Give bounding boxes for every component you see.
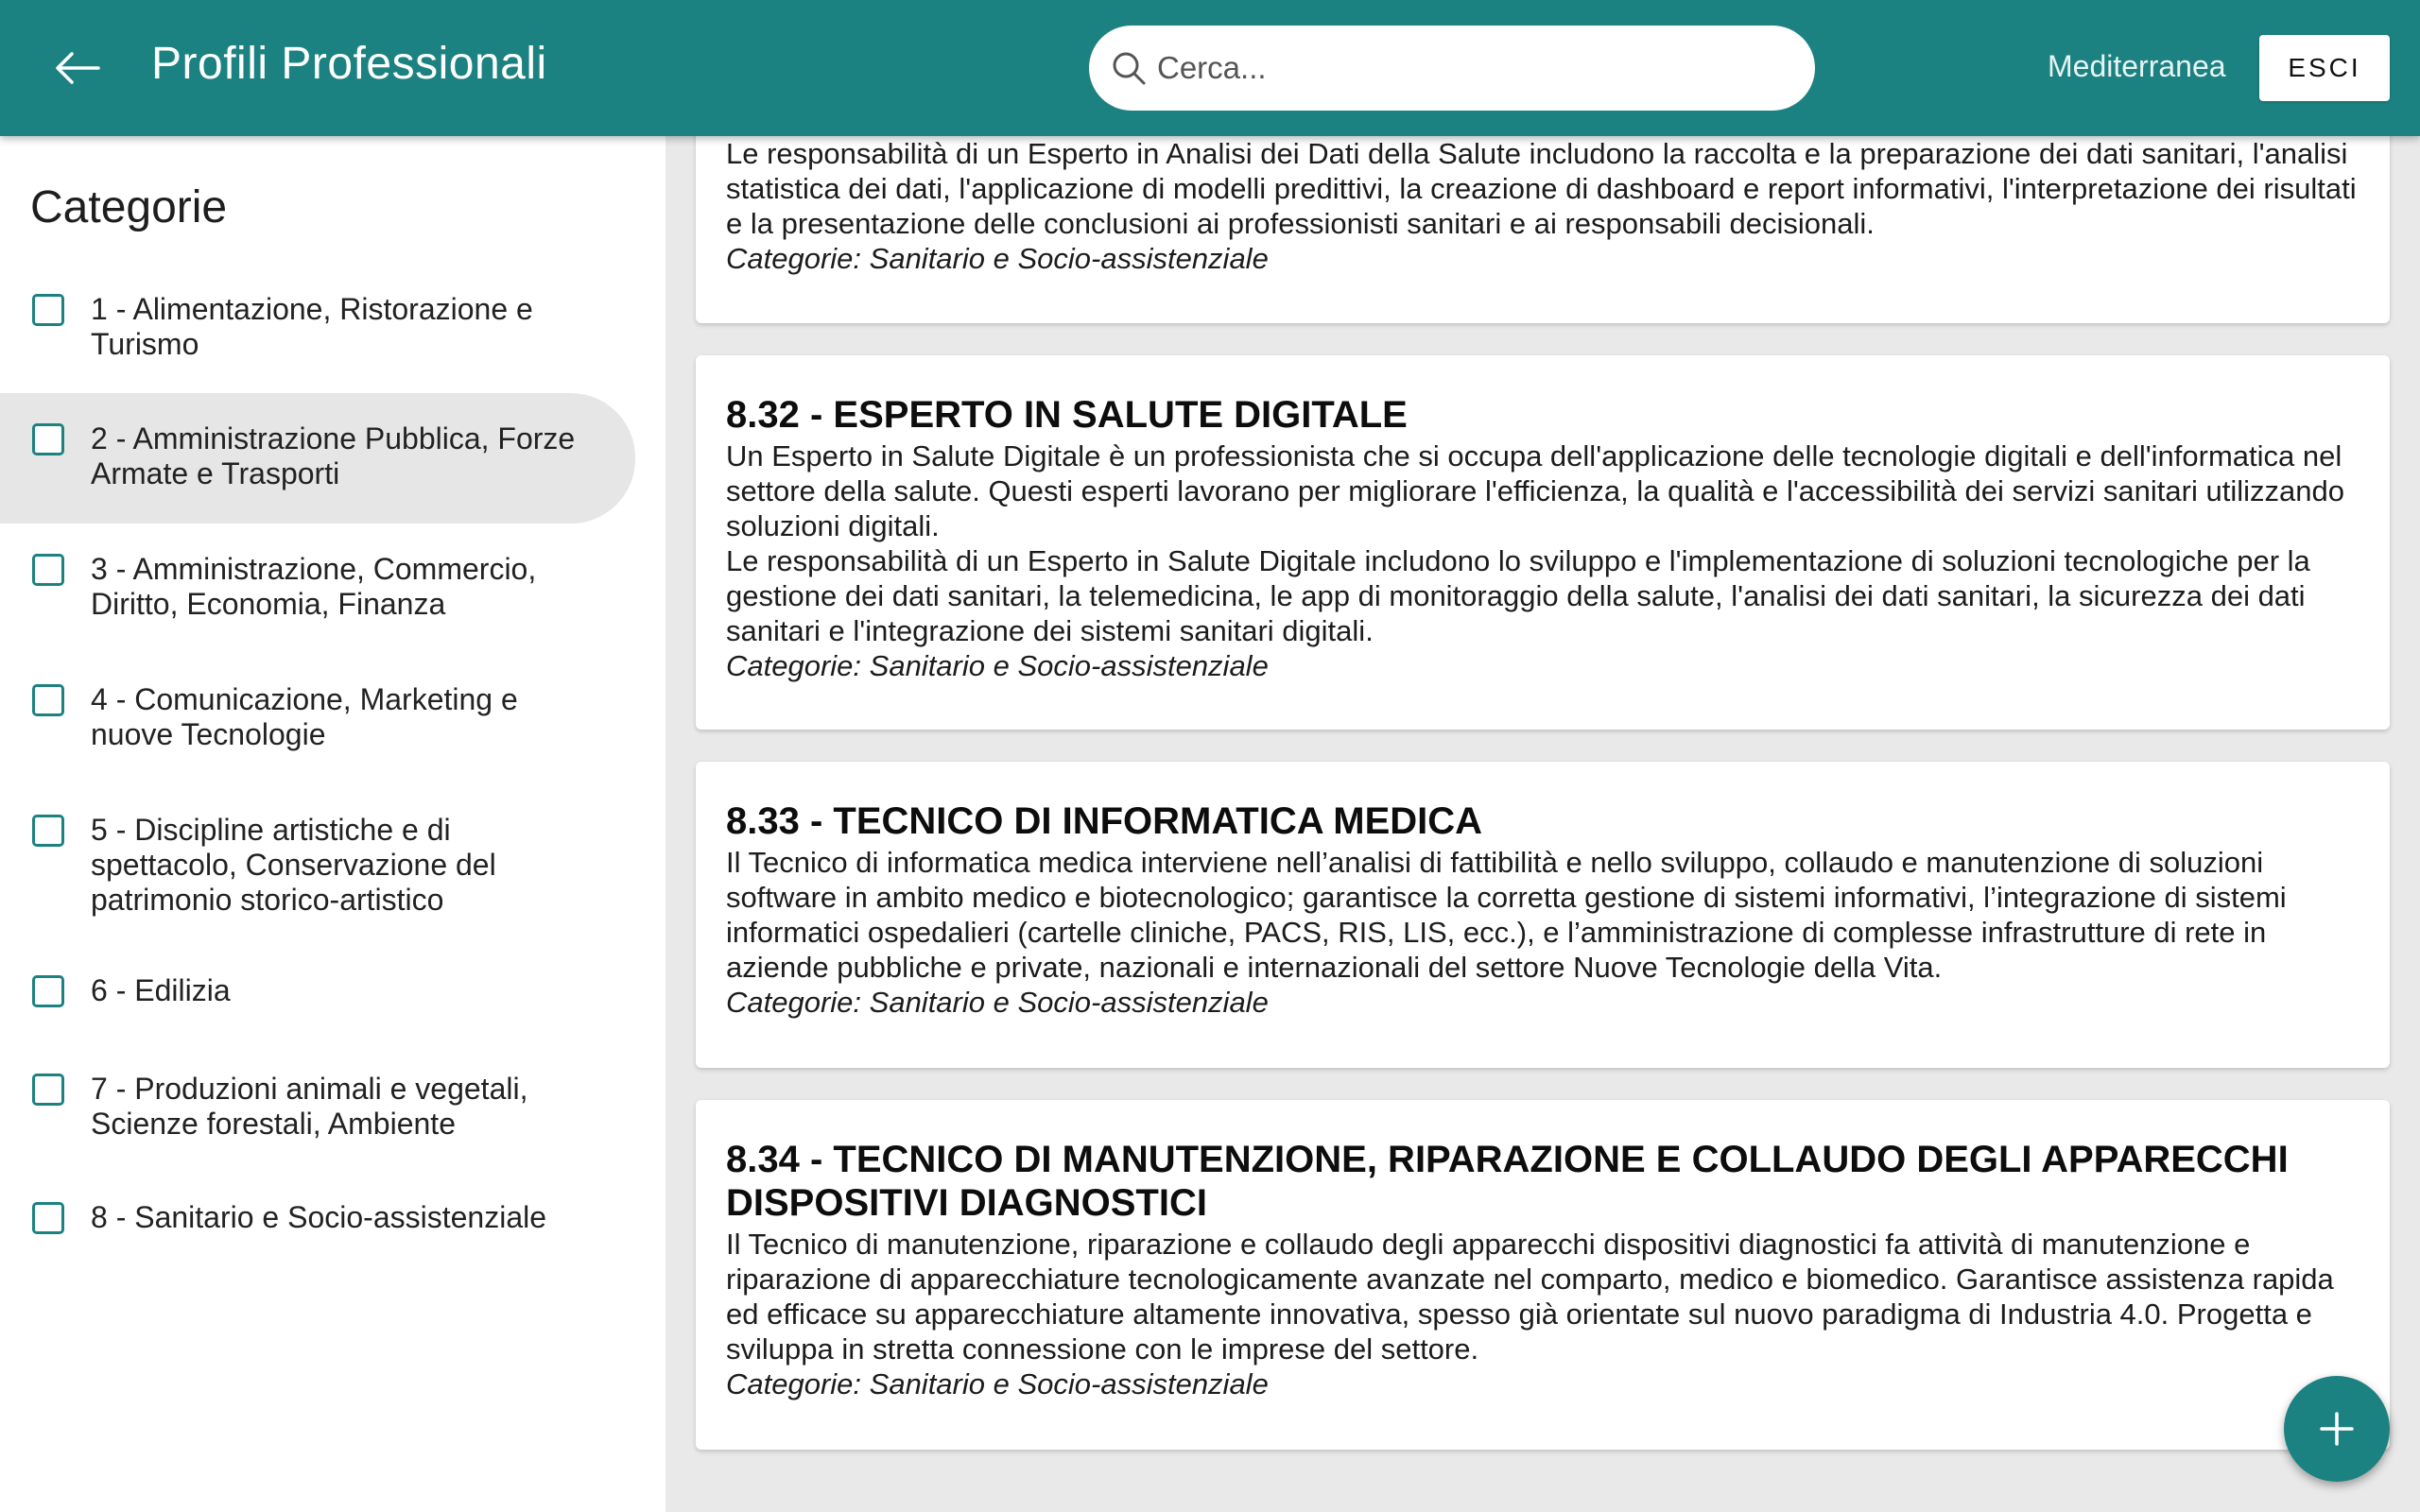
category-item-5[interactable]: 5 - Discipline artistiche e di spettacol… — [0, 784, 635, 936]
profile-description: Un Esperto in Salute Digitale è un profe… — [726, 439, 2344, 647]
category-item-2[interactable]: 2 - Amministrazione Pubblica, Forze Arma… — [0, 393, 635, 524]
profile-description: Il Tecnico di informatica medica intervi… — [726, 846, 2287, 984]
back-button[interactable] — [49, 40, 106, 96]
profile-category-label: Categorie — [726, 242, 854, 275]
category-checkbox[interactable] — [32, 294, 64, 326]
page-title: Profili Professionali — [151, 39, 547, 89]
category-checkbox[interactable] — [32, 1202, 64, 1234]
category-checkbox[interactable] — [32, 684, 64, 716]
category-checkbox[interactable] — [32, 423, 64, 455]
category-checkbox[interactable] — [32, 1074, 64, 1106]
profile-category-label: Categorie — [726, 986, 854, 1019]
category-item-6[interactable]: 6 - Edilizia — [0, 936, 635, 1049]
sidebar-title: Categorie — [30, 182, 228, 232]
profile-category-label: Categorie — [726, 1367, 854, 1400]
profile-title: 8.32 - ESPERTO IN SALUTE DIGITALE — [726, 394, 1408, 436]
category-item-7[interactable]: 7 - Produzioni animali e vegetali, Scien… — [0, 1049, 635, 1181]
profile-description: Il Tecnico di manutenzione, riparazione … — [726, 1228, 2334, 1366]
category-item-8[interactable]: 8 - Sanitario e Socio-assistenziale — [0, 1181, 635, 1295]
profile-category-value: : Sanitario e Socio-assistenziale — [853, 242, 1269, 275]
profile-category-value: : Sanitario e Socio-assistenziale — [853, 649, 1269, 682]
category-label: 3 - Amministrazione, Commercio, Diritto,… — [91, 552, 537, 621]
profile-card[interactable]: 8.33 - TECNICO DI INFORMATICA MEDICA Il … — [696, 762, 2390, 1068]
category-checkbox[interactable] — [32, 815, 64, 847]
profiles-list: Le responsabilità di un Esperto in Anali… — [666, 136, 2420, 1512]
profile-title: 8.33 - TECNICO DI INFORMATICA MEDICA — [726, 800, 1483, 842]
plus-icon — [2320, 1412, 2354, 1446]
arrow-left-icon — [56, 52, 100, 84]
categories-sidebar: Categorie 1 - Alimentazione, Ristorazion… — [0, 136, 666, 1512]
category-checkbox[interactable] — [32, 554, 64, 586]
top-app-bar: Profili Professionali Mediterranea ESCI — [0, 0, 2420, 136]
profile-card[interactable]: Le responsabilità di un Esperto in Anali… — [696, 136, 2390, 323]
category-label: 1 - Alimentazione, Ristorazione e Turism… — [91, 292, 533, 361]
profile-category: Categorie: Sanitario e Socio-assistenzia… — [726, 1366, 2363, 1401]
profile-card[interactable]: 8.34 - TECNICO DI MANUTENZIONE, RIPARAZI… — [696, 1100, 2390, 1450]
add-button[interactable] — [2284, 1376, 2390, 1482]
profile-category-label: Categorie — [726, 649, 854, 682]
category-checkbox[interactable] — [32, 975, 64, 1007]
search-box[interactable] — [1089, 26, 1815, 111]
search-input[interactable] — [1157, 40, 1762, 96]
profile-category-value: : Sanitario e Socio-assistenziale — [853, 1367, 1269, 1400]
category-item-4[interactable]: 4 - Comunicazione, Marketing e nuove Tec… — [0, 654, 635, 784]
user-name: Mediterranea — [2048, 49, 2226, 83]
category-label: 8 - Sanitario e Socio-assistenziale — [91, 1200, 547, 1234]
exit-button[interactable]: ESCI — [2259, 35, 2390, 101]
profile-category: Categorie: Sanitario e Socio-assistenzia… — [726, 648, 2363, 683]
profile-category: Categorie: Sanitario e Socio-assistenzia… — [726, 241, 2363, 276]
profile-category: Categorie: Sanitario e Socio-assistenzia… — [726, 985, 2363, 1020]
category-label: 5 - Discipline artistiche e di spettacol… — [91, 813, 496, 917]
profile-category-value: : Sanitario e Socio-assistenziale — [853, 986, 1269, 1019]
profile-card[interactable]: 8.32 - ESPERTO IN SALUTE DIGITALE Un Esp… — [696, 355, 2390, 730]
search-icon — [1108, 47, 1150, 89]
category-item-3[interactable]: 3 - Amministrazione, Commercio, Diritto,… — [0, 524, 635, 654]
category-label: 6 - Edilizia — [91, 973, 231, 1007]
profile-description: Le responsabilità di un Esperto in Anali… — [726, 137, 2357, 240]
category-item-1[interactable]: 1 - Alimentazione, Ristorazione e Turism… — [0, 263, 635, 380]
profile-title: 8.34 - TECNICO DI MANUTENZIONE, RIPARAZI… — [726, 1139, 2289, 1224]
category-label: 2 - Amministrazione Pubblica, Forze Arma… — [91, 421, 576, 490]
category-label: 4 - Comunicazione, Marketing e nuove Tec… — [91, 682, 518, 751]
category-label: 7 - Produzioni animali e vegetali, Scien… — [91, 1072, 528, 1141]
